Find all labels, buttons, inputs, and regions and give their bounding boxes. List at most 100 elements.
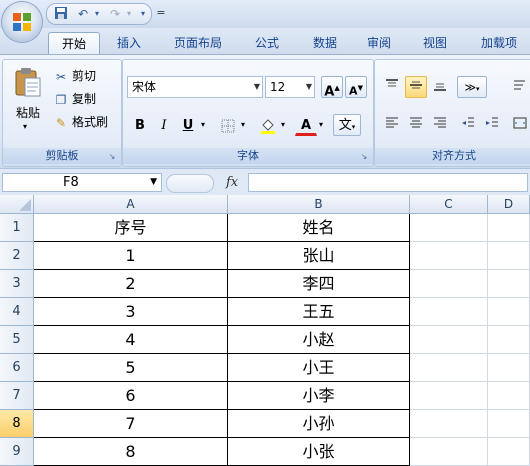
cell[interactable]: 小张: [228, 438, 410, 466]
phonetic-button[interactable]: 文▾: [333, 114, 361, 136]
insert-function-button[interactable]: fx: [226, 173, 238, 192]
align-right-button[interactable]: [429, 114, 451, 136]
cell[interactable]: 8: [34, 438, 228, 466]
format-painter-button[interactable]: ✎ 格式刷: [53, 112, 108, 132]
cell[interactable]: [488, 354, 530, 382]
cell[interactable]: 小赵: [228, 326, 410, 354]
underline-dropdown-icon[interactable]: ▾: [201, 120, 205, 129]
cell[interactable]: [488, 410, 530, 438]
cell[interactable]: [410, 242, 488, 270]
row-header[interactable]: 5: [0, 326, 34, 354]
row-header[interactable]: 7: [0, 382, 34, 410]
cell[interactable]: [488, 242, 530, 270]
font-launcher-icon[interactable]: ↘: [359, 152, 369, 162]
cell[interactable]: [410, 438, 488, 466]
cell[interactable]: [410, 270, 488, 298]
column-header-c[interactable]: C: [410, 195, 488, 214]
bold-button[interactable]: B: [129, 114, 151, 136]
decrease-indent-button[interactable]: [457, 114, 479, 136]
row-header[interactable]: 9: [0, 438, 34, 466]
underline-button[interactable]: U: [177, 114, 199, 136]
name-box-dropdown-icon[interactable]: ▼: [150, 177, 157, 187]
cell[interactable]: 张山: [228, 242, 410, 270]
font-size-combo[interactable]: 12 ▼: [265, 76, 315, 98]
tab-page-layout[interactable]: 页面布局: [166, 32, 230, 54]
italic-button[interactable]: I: [153, 114, 175, 136]
tab-review[interactable]: 审阅: [358, 32, 400, 54]
font-size-dropdown-icon[interactable]: ▼: [306, 82, 312, 91]
borders-dropdown-icon[interactable]: ▾: [241, 120, 245, 129]
paste-dropdown-icon[interactable]: ▾: [23, 122, 27, 131]
font-name-combo[interactable]: 宋体 ▼: [127, 76, 263, 98]
clipboard-launcher-icon[interactable]: ↘: [107, 152, 117, 162]
cell[interactable]: [410, 410, 488, 438]
fill-color-dropdown-icon[interactable]: ▾: [281, 120, 285, 129]
copy-button[interactable]: ❐ 复制: [53, 89, 96, 109]
row-header[interactable]: 2: [0, 242, 34, 270]
cell[interactable]: [410, 382, 488, 410]
grow-font-button[interactable]: A▲: [321, 76, 343, 99]
cell[interactable]: [488, 214, 530, 242]
cell[interactable]: [488, 298, 530, 326]
column-header-d[interactable]: D: [488, 195, 530, 214]
row-header[interactable]: 8: [0, 410, 34, 438]
cell[interactable]: 小王: [228, 354, 410, 382]
tab-addins[interactable]: 加载项: [470, 32, 528, 54]
cell[interactable]: [488, 438, 530, 466]
formula-input[interactable]: [248, 173, 528, 192]
align-top-button[interactable]: [381, 76, 403, 98]
column-header-a[interactable]: A: [34, 195, 228, 214]
borders-button[interactable]: [217, 114, 239, 136]
fill-color-button[interactable]: [257, 114, 279, 136]
cell[interactable]: 姓名: [228, 214, 410, 242]
cell[interactable]: 2: [34, 270, 228, 298]
cell[interactable]: 王五: [228, 298, 410, 326]
row-header[interactable]: 6: [0, 354, 34, 382]
cell[interactable]: [410, 214, 488, 242]
cell[interactable]: [488, 326, 530, 354]
select-all-corner[interactable]: [0, 195, 34, 214]
cut-button[interactable]: ✂ 剪切: [53, 66, 96, 86]
tab-view[interactable]: 视图: [414, 32, 456, 54]
cell[interactable]: [410, 326, 488, 354]
cell[interactable]: 7: [34, 410, 228, 438]
cell[interactable]: 李四: [228, 270, 410, 298]
tab-home[interactable]: 开始: [48, 32, 100, 55]
row-header[interactable]: 4: [0, 298, 34, 326]
cell[interactable]: 3: [34, 298, 228, 326]
cell[interactable]: [488, 270, 530, 298]
tab-insert[interactable]: 插入: [108, 32, 150, 54]
office-button[interactable]: [2, 2, 42, 42]
save-icon[interactable]: [53, 6, 69, 22]
font-color-dropdown-icon[interactable]: ▾: [319, 120, 323, 129]
wrap-text-button[interactable]: [509, 76, 530, 98]
cell[interactable]: 4: [34, 326, 228, 354]
cell[interactable]: 6: [34, 382, 228, 410]
cell[interactable]: 小孙: [228, 410, 410, 438]
cell[interactable]: 5: [34, 354, 228, 382]
align-left-button[interactable]: [381, 114, 403, 136]
font-name-dropdown-icon[interactable]: ▼: [254, 82, 260, 91]
undo-dropdown-icon[interactable]: ▾: [89, 6, 105, 22]
shrink-font-button[interactable]: A▼: [345, 76, 367, 98]
align-middle-button[interactable]: [405, 76, 427, 98]
cell[interactable]: 1: [34, 242, 228, 270]
cell[interactable]: [410, 298, 488, 326]
merge-center-button[interactable]: [509, 114, 530, 136]
row-header[interactable]: 1: [0, 214, 34, 242]
font-color-button[interactable]: A: [295, 114, 317, 136]
cell[interactable]: 序号: [34, 214, 228, 242]
align-center-button[interactable]: [405, 114, 427, 136]
cell[interactable]: [488, 382, 530, 410]
tab-data[interactable]: 数据: [304, 32, 346, 54]
increase-indent-button[interactable]: [481, 114, 503, 136]
row-header[interactable]: 3: [0, 270, 34, 298]
cell[interactable]: 小李: [228, 382, 410, 410]
paste-button[interactable]: 粘贴 ▾: [9, 64, 47, 140]
customize-qat-button[interactable]: =: [154, 4, 168, 22]
orientation-button[interactable]: ≫▾: [457, 76, 487, 98]
align-bottom-button[interactable]: [429, 76, 451, 98]
name-box[interactable]: F8 ▼: [2, 173, 162, 192]
tab-formulas[interactable]: 公式: [246, 32, 288, 54]
cell[interactable]: [410, 354, 488, 382]
